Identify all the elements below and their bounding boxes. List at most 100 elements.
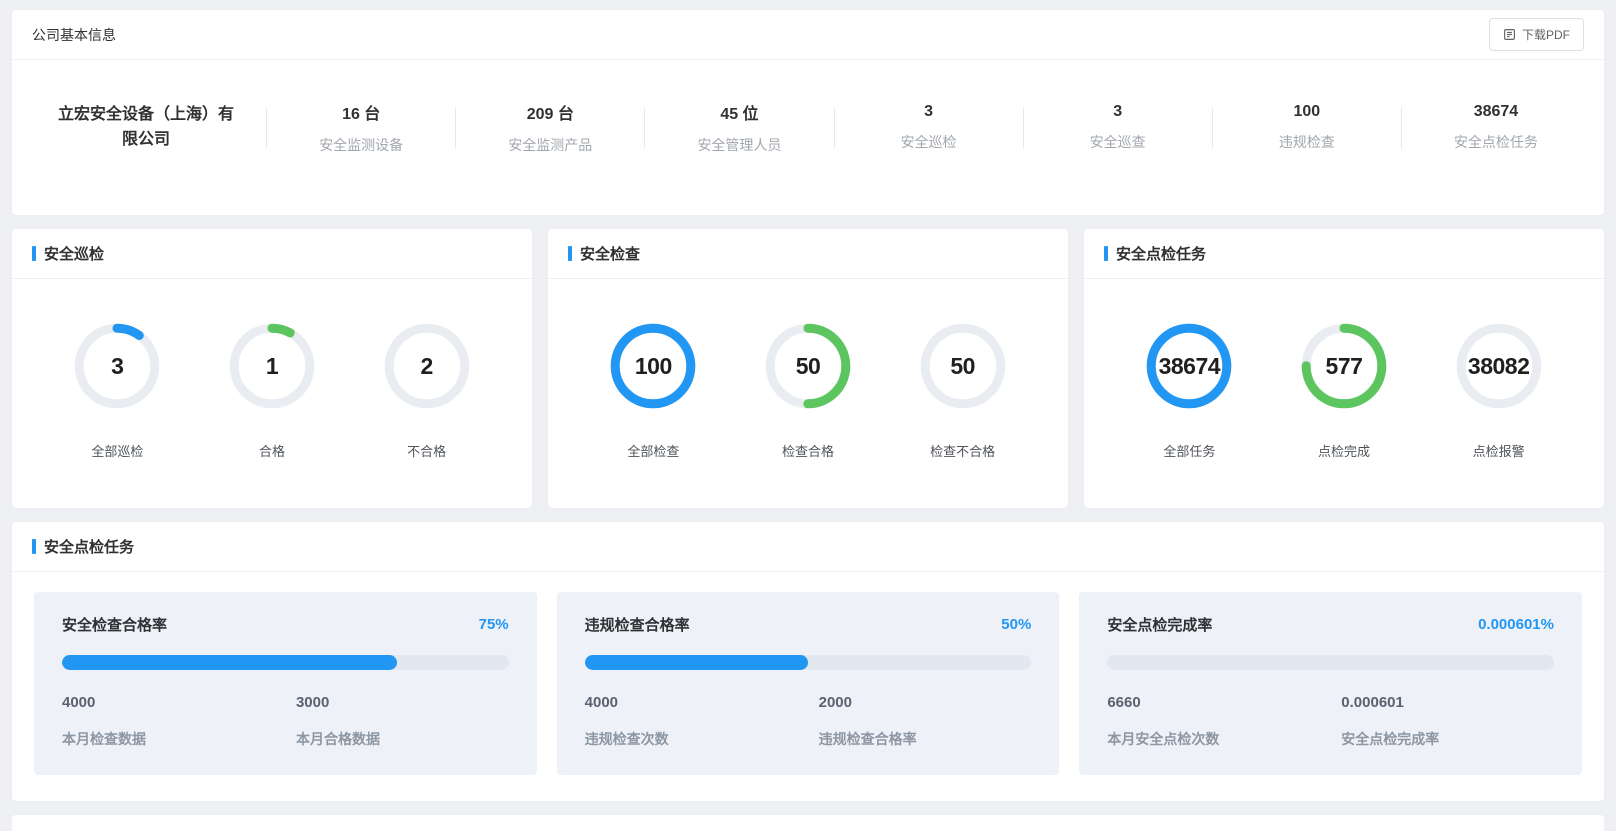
progress-percent: 75% bbox=[479, 616, 509, 633]
stat-value: 100 bbox=[1213, 103, 1401, 121]
stat-value: 3 bbox=[1024, 103, 1212, 121]
ring-cards-row: 安全巡检 3 全部巡检 1 合格 2 不合格 安全检查 100全部检查 50 检查合格 50 检查不合格… bbox=[12, 229, 1604, 508]
ring-item: 100全部检查 bbox=[608, 321, 698, 460]
progress-panel-head: 安全点检完成率 0.000601% bbox=[1107, 614, 1554, 635]
download-icon bbox=[1503, 28, 1516, 41]
ring-label: 不合格 bbox=[407, 441, 446, 460]
donut-ring: 577 bbox=[1299, 321, 1389, 411]
panel-stat-label: 违规检查合格率 bbox=[819, 729, 1032, 749]
progress-track bbox=[585, 655, 1032, 670]
progress-panel-stats: 6660 本月安全点检次数 0.000601 安全点检完成率 bbox=[1107, 694, 1554, 749]
company-stat-item: 16 台安全监测设备 bbox=[267, 100, 455, 155]
progress-fill bbox=[62, 655, 397, 670]
company-stat-item: 45 位安全管理人员 bbox=[645, 100, 833, 155]
progress-track bbox=[62, 655, 509, 670]
panel-stat-value: 4000 bbox=[62, 694, 296, 711]
ring-label: 全部巡检 bbox=[91, 441, 143, 460]
company-stat-item: 3 安全巡查 bbox=[1024, 103, 1212, 152]
title-accent-bar bbox=[1104, 246, 1108, 261]
ring-value: 2 bbox=[382, 321, 472, 411]
progress-panel-head: 违规检查合格率50% bbox=[585, 614, 1032, 635]
ring-card-header: 安全巡检 bbox=[12, 229, 532, 279]
stat-value: 16 台 bbox=[267, 100, 455, 124]
ring-card: 安全点检任务 38674 全部任务 577 点检完成 38082点检报警 bbox=[1084, 229, 1604, 508]
ring-card-body: 38674 全部任务 577 点检完成 38082点检报警 bbox=[1084, 279, 1604, 508]
stat-label: 安全管理人员 bbox=[645, 135, 833, 155]
stat-label: 违规检查 bbox=[1213, 132, 1401, 152]
ring-value: 577 bbox=[1299, 321, 1389, 411]
ring-label: 检查合格 bbox=[782, 441, 834, 460]
progress-fill bbox=[585, 655, 808, 670]
donut-ring: 3 bbox=[72, 321, 162, 411]
ring-value: 50 bbox=[918, 321, 1008, 411]
ring-card: 安全检查 100全部检查 50 检查合格 50 检查不合格 bbox=[548, 229, 1068, 508]
donut-ring: 1 bbox=[227, 321, 317, 411]
title-accent-bar bbox=[32, 246, 36, 261]
progress-track bbox=[1107, 655, 1554, 670]
ring-item: 50 检查合格 bbox=[763, 321, 853, 460]
ring-item: 38082点检报警 bbox=[1454, 321, 1544, 460]
ring-label: 全部任务 bbox=[1163, 441, 1215, 460]
ring-card-body: 100全部检查 50 检查合格 50 检查不合格 bbox=[548, 279, 1068, 508]
stat-value: 45 位 bbox=[645, 100, 833, 124]
ring-card-title: 安全检查 bbox=[580, 243, 640, 264]
spot-check-card: 安全点检任务 安全检查合格率75%4000本月检查数据3000本月合格数据违规检… bbox=[12, 522, 1604, 801]
stat-value: 3 bbox=[835, 103, 1023, 121]
spot-check-header: 安全点检任务 bbox=[12, 522, 1604, 572]
progress-title: 安全检查合格率 bbox=[62, 614, 167, 635]
ring-item: 1 合格 bbox=[227, 321, 317, 460]
donut-ring: 38082 bbox=[1454, 321, 1544, 411]
ring-card-title: 安全巡检 bbox=[44, 243, 104, 264]
ring-value: 100 bbox=[608, 321, 698, 411]
ring-card-header: 安全检查 bbox=[548, 229, 1068, 279]
panel-stat-value: 0.000601 bbox=[1341, 694, 1554, 711]
ring-card-title: 安全点检任务 bbox=[1116, 243, 1206, 264]
ring-item: 38674 全部任务 bbox=[1144, 321, 1234, 460]
progress-panel-stats: 4000本月检查数据3000本月合格数据 bbox=[62, 694, 509, 749]
title-accent-bar bbox=[32, 539, 36, 554]
title-accent-bar bbox=[568, 246, 572, 261]
progress-panel-stats: 4000违规检查次数2000 违规检查合格率 bbox=[585, 694, 1032, 749]
download-label: 下载PDF bbox=[1522, 26, 1570, 43]
progress-panel-head: 安全检查合格率 75% bbox=[62, 614, 509, 635]
ring-card-body: 3 全部巡检 1 合格 2 不合格 bbox=[12, 279, 532, 508]
progress-percent: 50% bbox=[1001, 616, 1031, 633]
panel-stat: 4000本月检查数据 bbox=[62, 694, 296, 749]
panel-stat: 4000违规检查次数 bbox=[585, 694, 819, 749]
stat-label: 安全巡查 bbox=[1024, 132, 1212, 152]
panel-stat-value: 4000 bbox=[585, 694, 819, 711]
panel-stat: 6660 本月安全点检次数 bbox=[1107, 694, 1341, 749]
progress-panel: 安全点检完成率 0.000601% 6660 本月安全点检次数 0.000601 安全点检… bbox=[1079, 592, 1582, 775]
spot-check-title: 安全点检任务 bbox=[44, 536, 134, 557]
donut-ring: 38674 bbox=[1144, 321, 1234, 411]
panel-stat: 2000 违规检查合格率 bbox=[819, 694, 1032, 749]
ring-value: 50 bbox=[763, 321, 853, 411]
progress-panels-row: 安全检查合格率75%4000本月检查数据3000本月合格数据违规检查合格率50%… bbox=[12, 572, 1604, 801]
panel-stat-value: 2000 bbox=[819, 694, 1032, 711]
stat-label: 安全监测产品 bbox=[456, 135, 644, 155]
ring-label: 点检完成 bbox=[1318, 441, 1370, 460]
panel-stat: 3000本月合格数据 bbox=[296, 694, 509, 749]
ring-label: 检查不合格 bbox=[930, 441, 995, 460]
progress-percent: 0.000601% bbox=[1478, 616, 1554, 633]
company-stat-item: 3安全巡检 bbox=[835, 103, 1023, 152]
stat-value: 38674 bbox=[1402, 103, 1590, 121]
company-info-card: 公司基本信息 下载PDF 立宏安全设备（上海）有限公司16 台安全监测设备209… bbox=[12, 10, 1604, 215]
company-stat-item: 209 台安全监测产品 bbox=[456, 100, 644, 155]
ring-card-header: 安全点检任务 bbox=[1084, 229, 1604, 279]
donut-ring: 100 bbox=[608, 321, 698, 411]
ring-item: 50 检查不合格 bbox=[918, 321, 1008, 460]
panel-stat-label: 安全点检完成率 bbox=[1341, 729, 1554, 749]
panel-stat-label: 本月合格数据 bbox=[296, 729, 509, 749]
ring-card: 安全巡检 3 全部巡检 1 合格 2 不合格 bbox=[12, 229, 532, 508]
next-card-peek bbox=[12, 815, 1604, 831]
company-info-header: 公司基本信息 下载PDF bbox=[12, 10, 1604, 60]
ring-label: 合格 bbox=[259, 441, 285, 460]
progress-panel: 安全检查合格率 75% 4000本月检查数据3000本月合格数据 bbox=[34, 592, 537, 775]
ring-value: 38674 bbox=[1144, 321, 1234, 411]
download-pdf-button[interactable]: 下载PDF bbox=[1489, 18, 1584, 51]
progress-title: 安全点检完成率 bbox=[1107, 614, 1212, 635]
panel-stat-label: 本月安全点检次数 bbox=[1107, 729, 1341, 749]
panel-stat: 0.000601 安全点检完成率 bbox=[1341, 694, 1554, 749]
panel-stat-value: 6660 bbox=[1107, 694, 1341, 711]
